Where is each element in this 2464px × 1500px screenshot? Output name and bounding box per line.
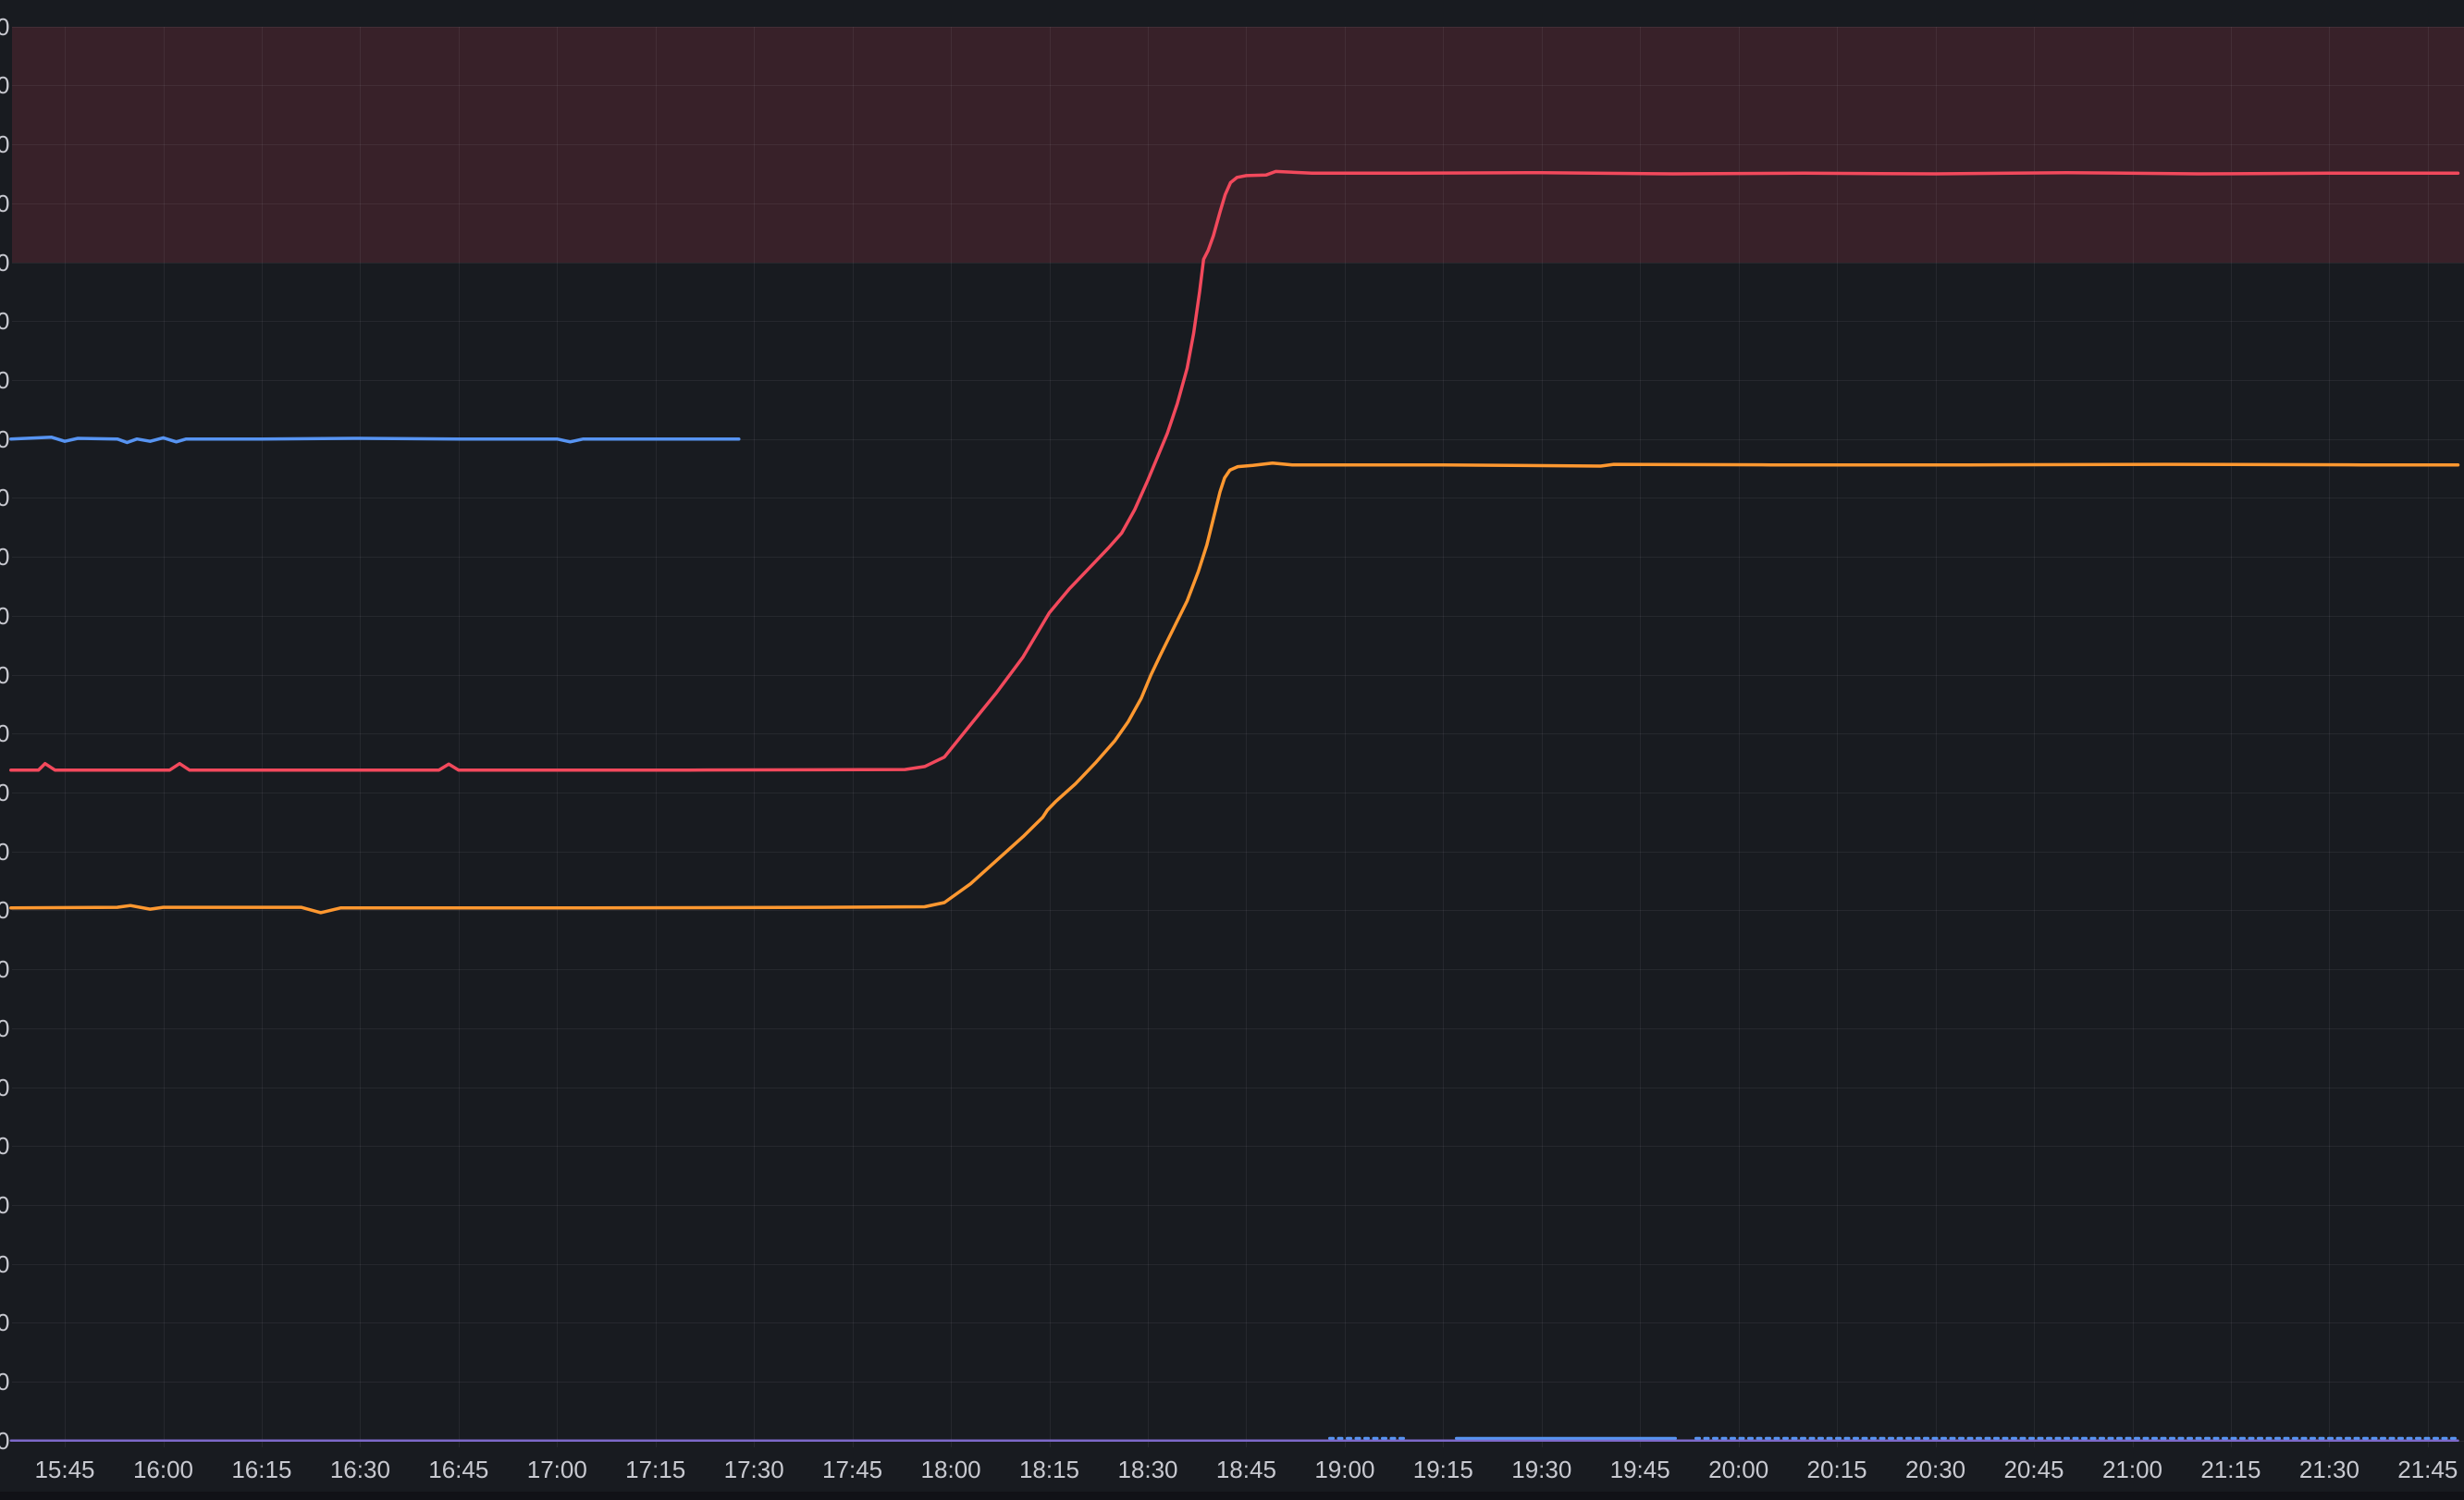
x-tick-label: 19:15	[1398, 1456, 1487, 1483]
x-tick-label: 16:15	[217, 1456, 306, 1483]
series-layer	[0, 0, 2464, 1492]
x-tick-label: 16:00	[119, 1456, 208, 1483]
x-tick-label: 20:15	[1793, 1456, 1881, 1483]
x-tick-label: 17:00	[512, 1456, 601, 1483]
x-tick-label: 17:45	[808, 1456, 897, 1483]
screenshot-root: { "panel": { "kind": "grafana-style time…	[0, 0, 2464, 1500]
y-tick-label-fragment: 0	[0, 251, 9, 275]
y-tick-label-fragment: 0	[0, 663, 9, 687]
y-tick-label-fragment: 0	[0, 545, 9, 569]
y-tick-label-fragment: 0	[0, 840, 9, 864]
x-tick-label: 17:15	[611, 1456, 700, 1483]
series-orange-main	[11, 463, 2458, 913]
x-tick-label: 17:30	[709, 1456, 798, 1483]
y-tick-label-fragment: 0	[0, 957, 9, 981]
y-tick-label-fragment: 0	[0, 368, 9, 392]
x-tick-label: 21:00	[2088, 1456, 2177, 1483]
x-tick-label: 19:45	[1595, 1456, 1684, 1483]
x-tick-label: 20:30	[1891, 1456, 1980, 1483]
y-tick-label-fragment: 0	[0, 1252, 9, 1276]
x-tick-label: 21:45	[2384, 1456, 2464, 1483]
x-tick-label: 20:00	[1694, 1456, 1783, 1483]
y-tick-label-fragment: 0	[0, 1193, 9, 1217]
y-tick-label-fragment: 0	[0, 486, 9, 510]
y-tick-label-fragment: 0	[0, 604, 9, 628]
x-tick-label: 15:45	[20, 1456, 109, 1483]
x-tick-label: 18:30	[1103, 1456, 1192, 1483]
y-tick-label-fragment: 0	[0, 191, 9, 215]
x-tick-label: 20:45	[1990, 1456, 2078, 1483]
y-tick-label-fragment: 0	[0, 898, 9, 922]
y-tick-label-fragment: 0	[0, 309, 9, 333]
x-tick-label: 16:30	[315, 1456, 404, 1483]
series-blue-main	[11, 437, 739, 443]
y-tick-label-fragment: 0	[0, 1016, 9, 1040]
y-tick-label-fragment: 0	[0, 781, 9, 805]
x-tick-label: 19:00	[1300, 1456, 1389, 1483]
y-tick-label-fragment: 0	[0, 1134, 9, 1158]
x-tick-label: 21:30	[2285, 1456, 2373, 1483]
y-tick-label-fragment: 0	[0, 427, 9, 451]
x-tick-label: 18:00	[906, 1456, 995, 1483]
x-tick-label: 18:15	[1005, 1456, 1094, 1483]
y-tick-label-fragment: 0	[0, 1310, 9, 1334]
y-tick-label-fragment: 0	[0, 132, 9, 156]
y-tick-label-fragment: 0	[0, 721, 9, 745]
x-tick-label: 16:45	[414, 1456, 503, 1483]
grafana-timeseries-panel: 15:45 16:00 16:15 16:30 16:45 17:00 17:15 17:30…	[0, 0, 2464, 1492]
x-tick-label: 18:45	[1201, 1456, 1290, 1483]
y-tick-label-fragment: 0	[0, 1370, 9, 1394]
y-tick-label-fragment: 0	[0, 15, 9, 39]
y-tick-label-fragment: 0	[0, 1429, 9, 1453]
x-tick-label: 21:15	[2187, 1456, 2275, 1483]
x-tick-label: 19:30	[1497, 1456, 1586, 1483]
series-red-main	[11, 171, 2458, 769]
y-tick-label-fragment: 0	[0, 73, 9, 97]
y-tick-label-fragment: 0	[0, 1076, 9, 1100]
